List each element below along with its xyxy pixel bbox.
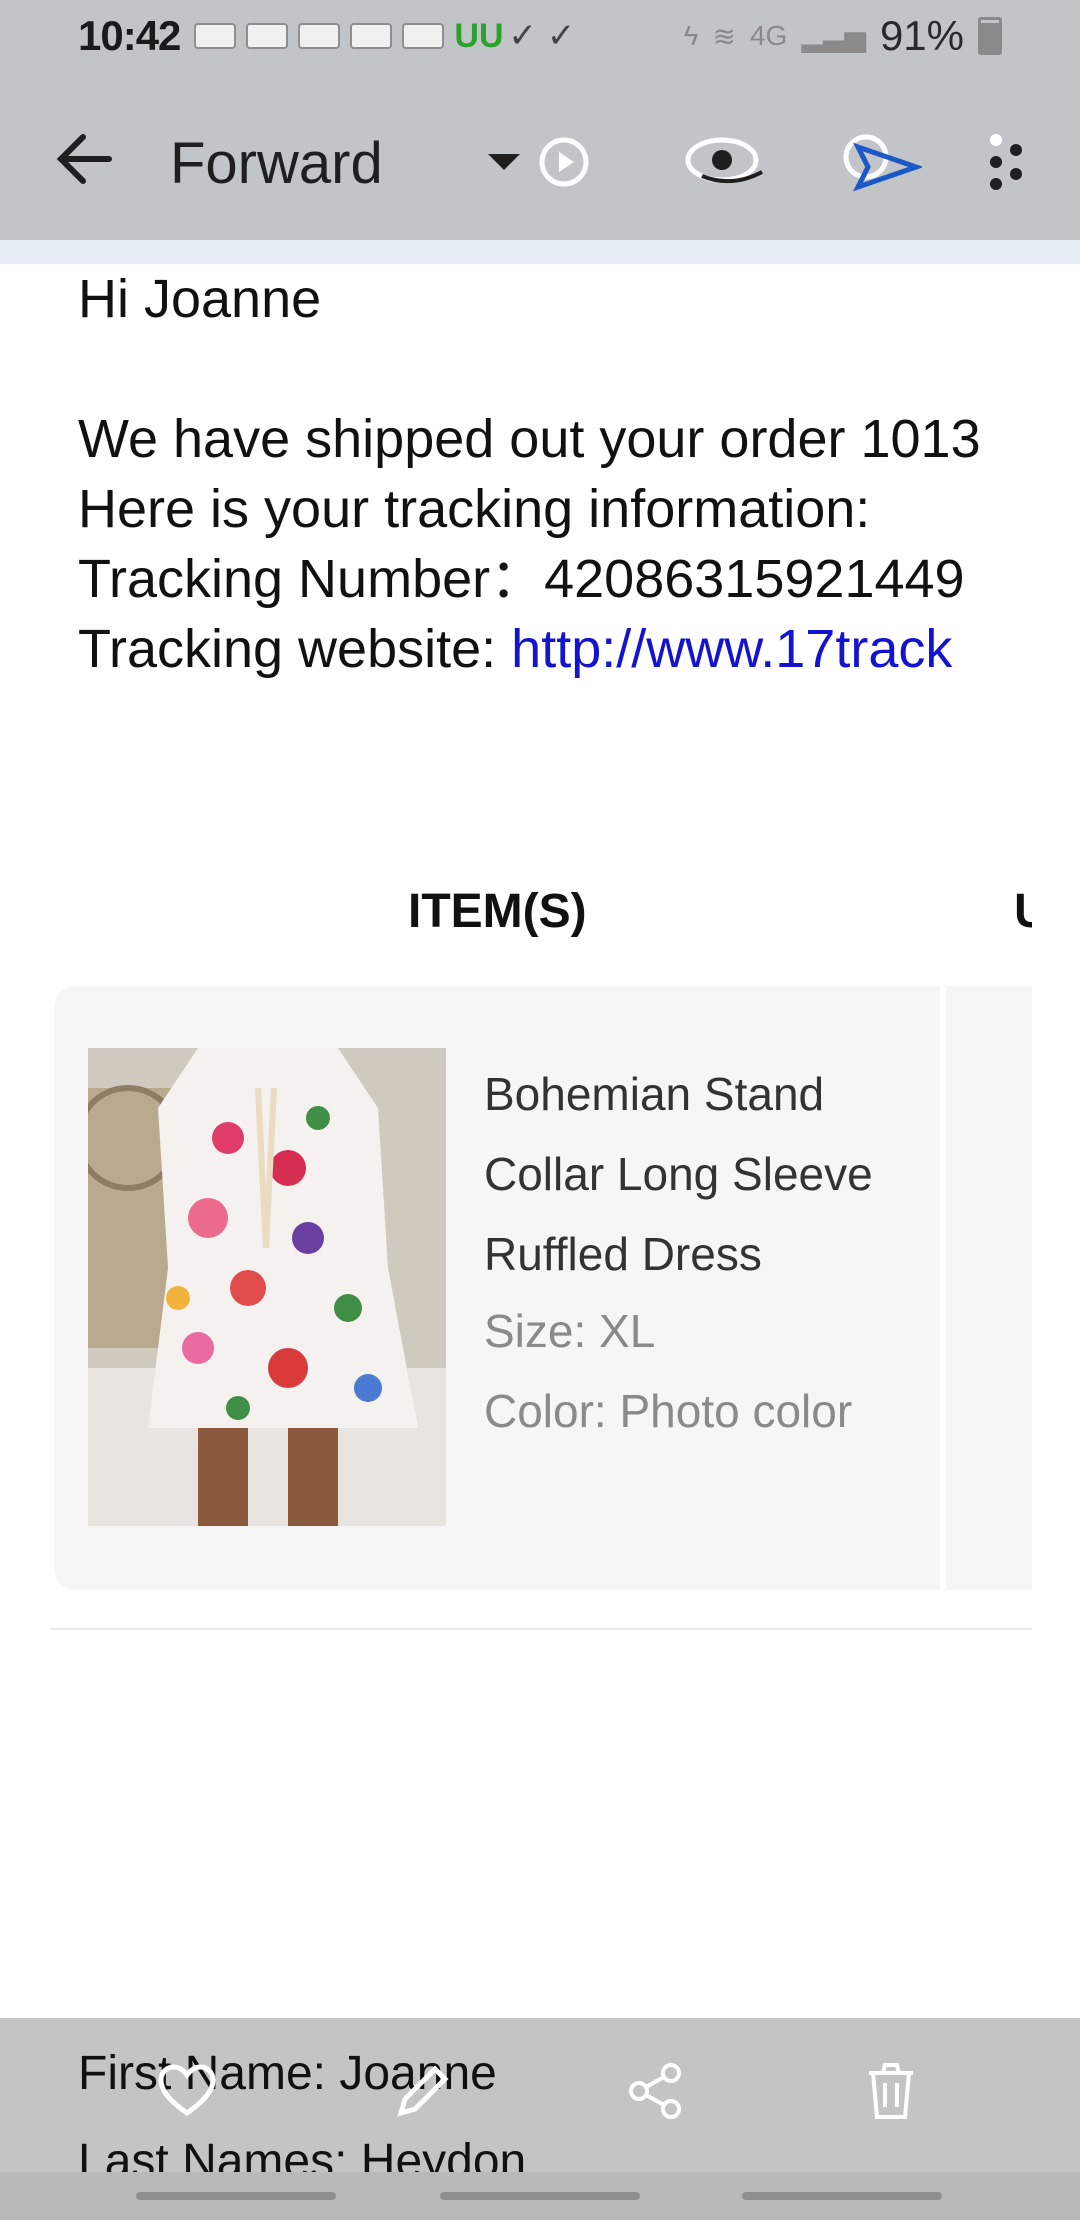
items-header: ITEM(S) [408, 885, 587, 938]
tracking-website: Tracking website: http://www.17track [78, 614, 1032, 684]
signal-icon: ▂▃▅ [801, 20, 866, 52]
check-icon: ✓ [508, 17, 537, 55]
nav-back-button[interactable] [742, 2192, 942, 2200]
network-label: 4G [749, 20, 788, 51]
dropdown-triangle-icon[interactable] [488, 154, 520, 170]
product-size: Size: XL [484, 1305, 656, 1357]
more-vert-icon[interactable] [974, 122, 1034, 202]
toolbar-title[interactable]: Forward [170, 130, 383, 197]
replay-icon[interactable] [524, 122, 604, 202]
eye-icon[interactable] [680, 122, 770, 202]
tracking-link[interactable]: http://www.17track [511, 619, 952, 679]
notification-icon [402, 23, 445, 49]
tracking-number: Tracking Number：42086315921449 [78, 549, 965, 609]
notification-icon [194, 23, 237, 49]
wifi-icon: ≋ [712, 20, 736, 52]
product-color: Color: Photo color [484, 1385, 853, 1437]
share-icon[interactable] [620, 2056, 690, 2126]
status-right: ϟ ≋ 4G ▂▃▅ 91% [684, 12, 1002, 60]
next-column-header: U [1014, 885, 1032, 938]
nav-recent-button[interactable] [136, 2192, 336, 2200]
product-name: Bohemian Stand Collar Long Sleeve Ruffle… [484, 1068, 873, 1280]
charging-icon: ϟ [683, 20, 699, 51]
battery-icon [978, 17, 1002, 55]
pencil-icon[interactable] [388, 2056, 458, 2126]
status-bar: 10:42 UU ✓ ✓ ϟ ≋ 4G ▂▃▅ 91% [0, 0, 1080, 72]
divider [50, 1628, 1032, 1630]
system-nav-bar [0, 2172, 1080, 2220]
heart-icon[interactable] [152, 2056, 222, 2126]
app-notification-icon: UU [454, 17, 504, 55]
notification-icon [350, 23, 393, 49]
notification-icon [298, 23, 341, 49]
nav-home-button[interactable] [440, 2192, 640, 2200]
next-column-cell [946, 986, 1032, 1590]
back-arrow-icon[interactable] [50, 124, 120, 194]
email-body[interactable]: Hi Joanne We have shipped out your order… [0, 264, 1080, 2018]
shipped-line: We have shipped out your order 1013 [78, 409, 981, 469]
check-icon: ✓ [546, 17, 576, 55]
send-icon[interactable] [834, 122, 924, 202]
battery-percent: 91% [879, 12, 964, 59]
trash-icon[interactable] [856, 2056, 926, 2126]
tracking-website-label: Tracking website: [78, 619, 512, 679]
notification-icon [246, 23, 289, 49]
toolbar-shadow [0, 240, 1080, 264]
last-name: Last Names: Heydon [78, 2135, 527, 2172]
notification-icons: UU ✓ ✓ [194, 16, 575, 56]
toolbar: Forward [0, 72, 1080, 240]
tracking-intro: Here is your tracking information: [78, 479, 871, 539]
status-time: 10:42 [78, 12, 181, 59]
greeting: Hi Joanne [78, 269, 322, 329]
product-image[interactable] [88, 1048, 446, 1526]
